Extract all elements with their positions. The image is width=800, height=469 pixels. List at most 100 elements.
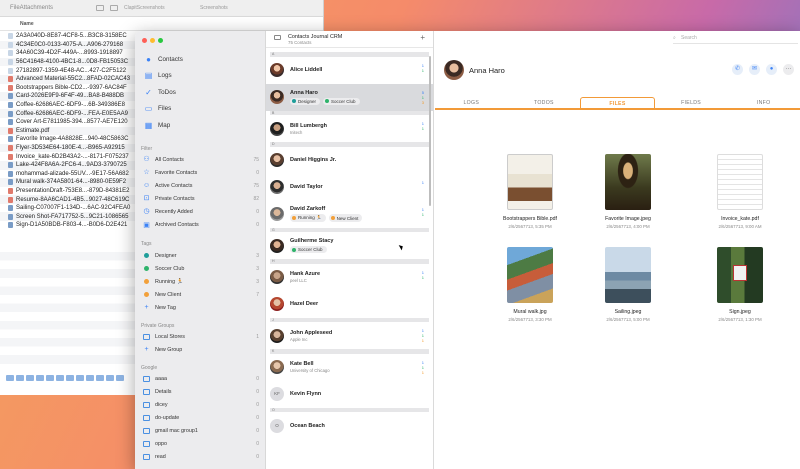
contact-row[interactable]: Daniel Higgins Jr. [266,147,433,174]
archive-icon: ▣ [143,221,150,229]
file-icon [8,76,13,83]
contact-name: Daniel Higgins Jr. [290,157,337,163]
google-group-item[interactable]: aaaa 0 [135,372,266,385]
finder-tab-2[interactable]: Screenshots [200,5,270,11]
tab-todos[interactable]: TODOS [508,97,581,108]
close-button[interactable] [142,38,147,43]
tag-count: 7 [256,291,259,298]
google-group-item[interactable]: oppo 0 [135,437,266,450]
sidebar-nav-contacts[interactable]: ● Contacts [135,51,266,68]
file-date: 2/6/2567713, 4:00 PM [606,224,650,229]
zoom-button[interactable] [158,38,163,43]
contact-info: Daniel Higgins Jr. [290,157,336,163]
tag-chip[interactable]: Soccer Club [290,246,327,253]
google-group-item[interactable]: Details 0 [135,385,266,398]
file-name: Sign.jpeg [729,309,751,315]
tab-logs[interactable]: LOGS [435,97,508,108]
sidebar-nav-map[interactable]: ▦ Map [135,117,266,134]
filter-item[interactable]: ⊡ Private Contacts 82 [135,192,266,205]
contact-tags: Soccer Club [290,246,333,253]
contact-row[interactable]: Hazel Deer [266,291,433,318]
tag-item[interactable]: + New Tag [135,301,266,314]
search-field[interactable]: ⌕ Search [673,35,798,44]
tag-chip[interactable]: Designer [290,97,321,105]
contact-row[interactable]: John Appleseed Apple Inc 1 1 1 [266,322,433,349]
filter-item[interactable]: ▣ Archived Contacts 0 [135,218,266,231]
contact-stat: 1 [421,359,424,365]
tag-item[interactable]: New Client 7 [135,288,266,301]
contact-row[interactable]: David Zarkoff Running 🏃 New Client 1 1 [266,201,433,228]
contact-row[interactable]: KF Kevin Flynn [266,381,433,408]
file-icon [8,110,13,117]
filter-item[interactable]: ☺ Active Contacts 75 [135,179,266,192]
contact-row[interactable]: Hank Azure peel LLC 1 1 [266,264,433,291]
tag-chip[interactable]: New Client [328,214,363,222]
contact-row[interactable]: O Ocean Beach [266,412,433,439]
private-group-item[interactable]: + New Group [135,343,266,356]
view-columns-icon[interactable] [110,5,118,11]
add-contact-button[interactable]: + [420,33,425,42]
sidebar-nav-logs[interactable]: ▤ Logs [135,68,266,85]
sidebar-nav-label: Files [158,105,172,113]
file-thumbnail [507,154,553,210]
finder-column-header[interactable]: Name [0,17,323,31]
file-item[interactable]: Sailing.jpeg 2/6/2567713, 5:00 PM [583,247,673,322]
filter-item[interactable]: ⚇ All Contacts 75 [135,153,266,166]
contact-info: John Appleseed Apple Inc [290,330,332,342]
filter-item[interactable]: ◷ Recently Added 0 [135,205,266,218]
tab-fields[interactable]: FIELDS [655,97,728,108]
file-item[interactable]: Sign.jpeg 2/6/2567713, 1:30 PM [695,247,785,322]
contact-info: Bill Lumbergh Initech [290,123,327,135]
contact-stats: 1 [422,180,424,185]
avatar [270,63,284,77]
contact-row[interactable]: Kate Bell University of Chicago 1 1 1 [266,354,433,381]
sidebar-nav-todos[interactable]: ✓ ToDos [135,84,266,101]
finder-tab-1[interactable]: ClapitScreenshots [124,5,194,11]
more-icon[interactable]: ··· [783,64,794,75]
sidebar-toggle-icon[interactable] [274,35,281,40]
finder-file-name: Cover Art-E7811985-394...8577-AE7E120 [16,119,128,126]
contact-name: Anna Haro [290,89,318,96]
sidebar-nav-files[interactable]: ▭ Files [135,101,266,118]
tag-item[interactable]: Soccer Club 3 [135,262,266,275]
contact-row[interactable]: Guilherme Stacy Soccer Club [266,232,433,259]
google-group-item[interactable]: dicey 0 [135,398,266,411]
file-name: Invoice_kate.pdf [721,216,759,222]
contact-row[interactable]: David Taylor 1 [266,174,433,201]
google-group-item[interactable]: read 0 [135,451,266,464]
file-icon [8,145,13,152]
google-group-item[interactable]: do-update 0 [135,411,266,424]
phone-icon[interactable]: ✆ [732,64,743,75]
contact-row[interactable]: Bill Lumbergh Initech 1 1 [266,115,433,142]
contact-stat: 1 [421,206,424,212]
group-count: 0 [256,375,259,382]
tag-item[interactable]: Running 🏃 3 [135,275,266,288]
minimize-button[interactable] [150,38,155,43]
plus-icon: + [144,304,149,312]
avatar [270,297,284,311]
file-item[interactable]: Mural walk.jpg 2/6/2567713, 3:30 PM [485,247,575,322]
view-icon[interactable] [96,5,104,11]
contact-row[interactable]: Anna Haro Designer Soccer Club 5 1 3 [266,83,433,111]
private-group-item[interactable]: Local Stores 1 [135,330,266,343]
file-item[interactable]: Bootstrappers Bible.pdf 2/6/2567713, 5:35… [485,154,575,229]
google-group-item[interactable]: gmail mac group1 0 [135,424,266,437]
file-item[interactable]: Favorite Image.jpeg 2/6/2567713, 4:00 PM [583,154,673,229]
file-item[interactable]: Invoice_kate.pdf 2/6/2567713, 9:00 AM [695,154,785,229]
tab-files[interactable]: FILES [580,97,655,108]
message-icon[interactable]: ● [766,64,777,75]
contact-list-scrollbar[interactable] [429,56,431,206]
avatar [270,270,284,284]
contact-avatar[interactable] [444,60,464,80]
tab-info[interactable]: INFO [727,97,800,108]
contact-row[interactable]: Alice Liddell 1 1 [266,57,433,84]
contact-tags: Designer Soccer Club [290,97,360,105]
tag-chip[interactable]: Running 🏃 [290,214,326,222]
filter-item[interactable]: ☆ Favorite Contacts 0 [135,166,266,179]
tag-label: New Client [155,291,182,298]
tag-chip[interactable]: Soccer Club [323,97,360,105]
mail-icon[interactable]: ✉ [749,64,760,75]
avatar [270,153,284,167]
contact-name: Kevin Flynn [290,391,322,397]
tag-item[interactable]: Designer 3 [135,249,266,262]
